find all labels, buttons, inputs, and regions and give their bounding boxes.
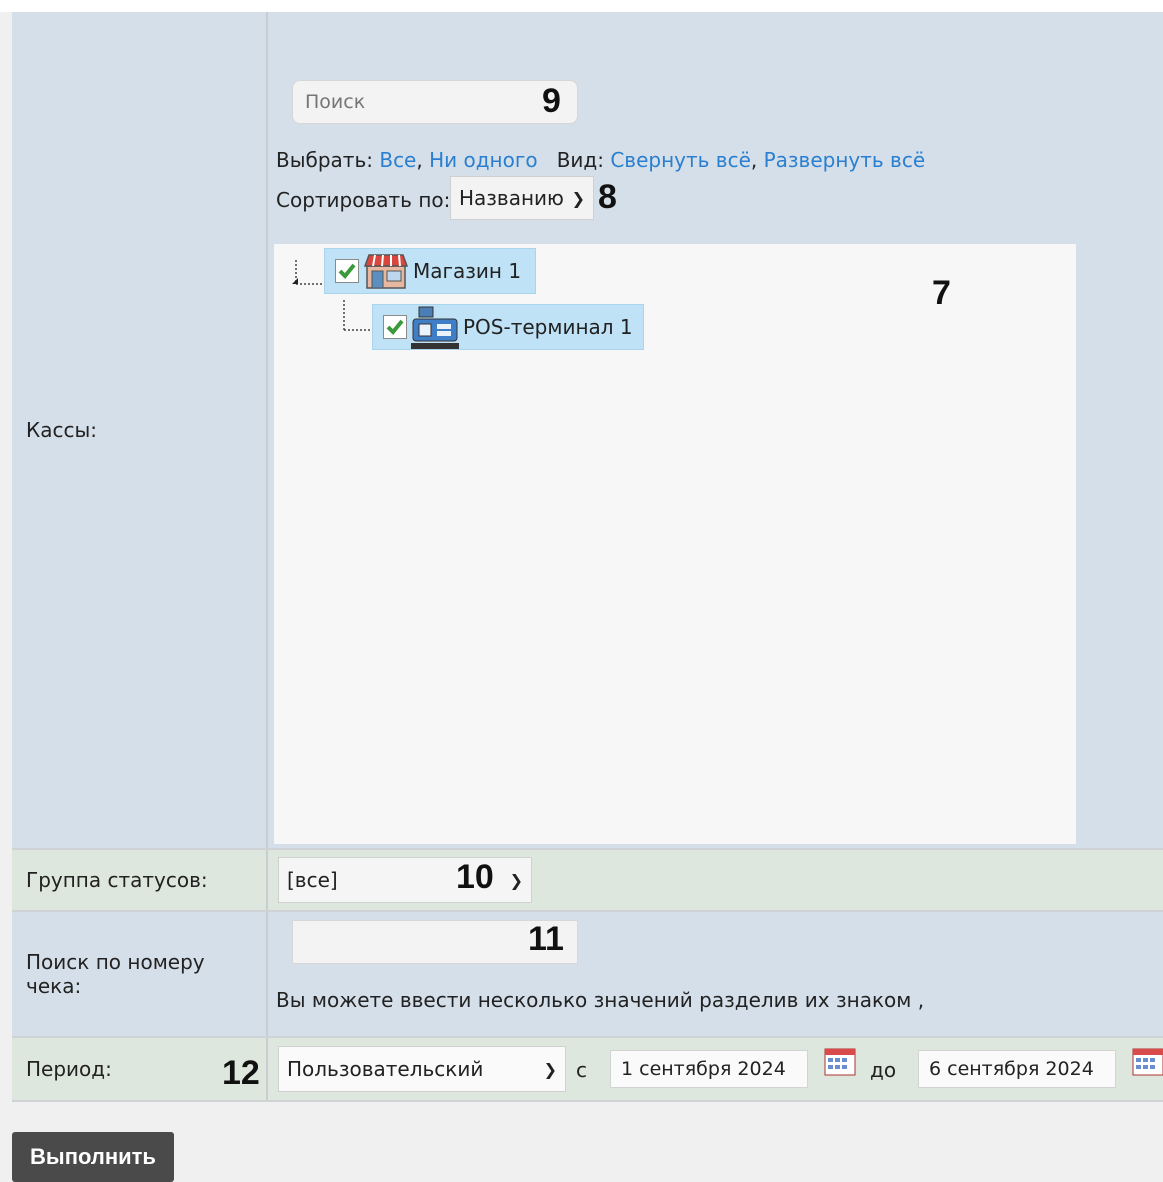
annotation-11: 11 — [528, 920, 564, 958]
run-button[interactable]: Выполнить — [12, 1132, 174, 1182]
period-select[interactable]: Пользовательский ❯ — [278, 1046, 566, 1092]
kassy-value-cell: 9 Выбрать: Все, Ни одного Вид: Свернуть … — [270, 12, 1163, 848]
chevron-down-icon: ❯ — [509, 870, 523, 890]
shop-icon — [363, 254, 409, 289]
period-select-value: Пользовательский — [287, 1057, 484, 1081]
check-search-row: Поиск по номеру чека: 11 Вы можете ввест… — [12, 912, 1163, 1038]
tree-node-pos-terminal[interactable]: POS-терминал 1 — [372, 304, 644, 350]
checkmark-icon — [386, 319, 404, 335]
period-row: Период: 12 Пользовательский ❯ с 1 сентяб… — [12, 1038, 1163, 1102]
kassy-row: Кассы: 9 Выбрать: Все, Ни одного Вид: Св… — [12, 12, 1163, 850]
select-all-link[interactable]: Все — [379, 148, 416, 172]
tree-node-shop[interactable]: Магазин 1 — [324, 248, 536, 294]
check-search-value-cell: 11 Вы можете ввести несколько значений р… — [270, 912, 1163, 1036]
sort-select[interactable]: Названию ❯ — [450, 176, 594, 220]
annotation-8: 8 — [598, 178, 617, 216]
period-to-date[interactable]: 6 сентября 2024 — [918, 1050, 1116, 1088]
collapse-all-link[interactable]: Свернуть всё — [610, 148, 751, 172]
period-value-cell: Пользовательский ❯ с 1 сентября 2024 до … — [270, 1038, 1163, 1100]
checkmark-icon — [338, 263, 356, 279]
annotation-10: 10 — [456, 858, 494, 896]
pos-terminal-label: POS-терминал 1 — [463, 315, 633, 339]
period-from-date[interactable]: 1 сентября 2024 — [610, 1050, 808, 1088]
annotation-12: 12 — [222, 1054, 260, 1092]
status-group-value-cell: [все] ❯ 10 — [270, 850, 1163, 910]
chevron-down-icon: ❯ — [571, 188, 585, 208]
report-filter-page: Кассы: 9 Выбрать: Все, Ни одного Вид: Св… — [0, 0, 1163, 1182]
period-to-label: до — [870, 1058, 897, 1082]
check-search-hint: Вы можете ввести несколько значений разд… — [276, 988, 925, 1012]
select-none-link[interactable]: Ни одного — [429, 148, 538, 172]
select-prefix: Выбрать: — [276, 148, 373, 172]
calendar-icon[interactable] — [1132, 1048, 1163, 1076]
view-prefix: Вид: — [556, 148, 604, 172]
select-view-line: Выбрать: Все, Ни одного Вид: Свернуть вс… — [276, 148, 926, 172]
pos-terminal-icon — [411, 306, 459, 349]
period-from-label: с — [576, 1058, 587, 1082]
sort-label: Сортировать по: — [276, 188, 451, 212]
kassy-tree: Магазин 1 POS-терминал 1 7 — [274, 244, 1076, 844]
check-search-label: Поиск по номеру чека: — [12, 912, 268, 1036]
shop-label: Магазин 1 — [413, 259, 522, 283]
status-group-row: Группа статусов: [все] ❯ 10 — [12, 850, 1163, 912]
expand-all-link[interactable]: Развернуть всё — [764, 148, 926, 172]
top-strip — [0, 0, 1163, 12]
annotation-9: 9 — [542, 82, 561, 120]
status-group-select[interactable]: [все] ❯ — [278, 857, 532, 903]
status-group-select-value: [все] — [287, 868, 338, 892]
kassy-search-input[interactable] — [292, 80, 578, 124]
calendar-icon[interactable] — [824, 1048, 856, 1076]
pos-terminal-checkbox[interactable] — [383, 315, 407, 339]
sort-select-value: Названию — [459, 186, 564, 210]
chevron-down-icon: ❯ — [543, 1059, 557, 1079]
kassy-label: Кассы: — [12, 12, 268, 848]
status-group-label: Группа статусов: — [12, 850, 268, 910]
shop-checkbox[interactable] — [335, 259, 359, 283]
annotation-7: 7 — [932, 274, 951, 312]
